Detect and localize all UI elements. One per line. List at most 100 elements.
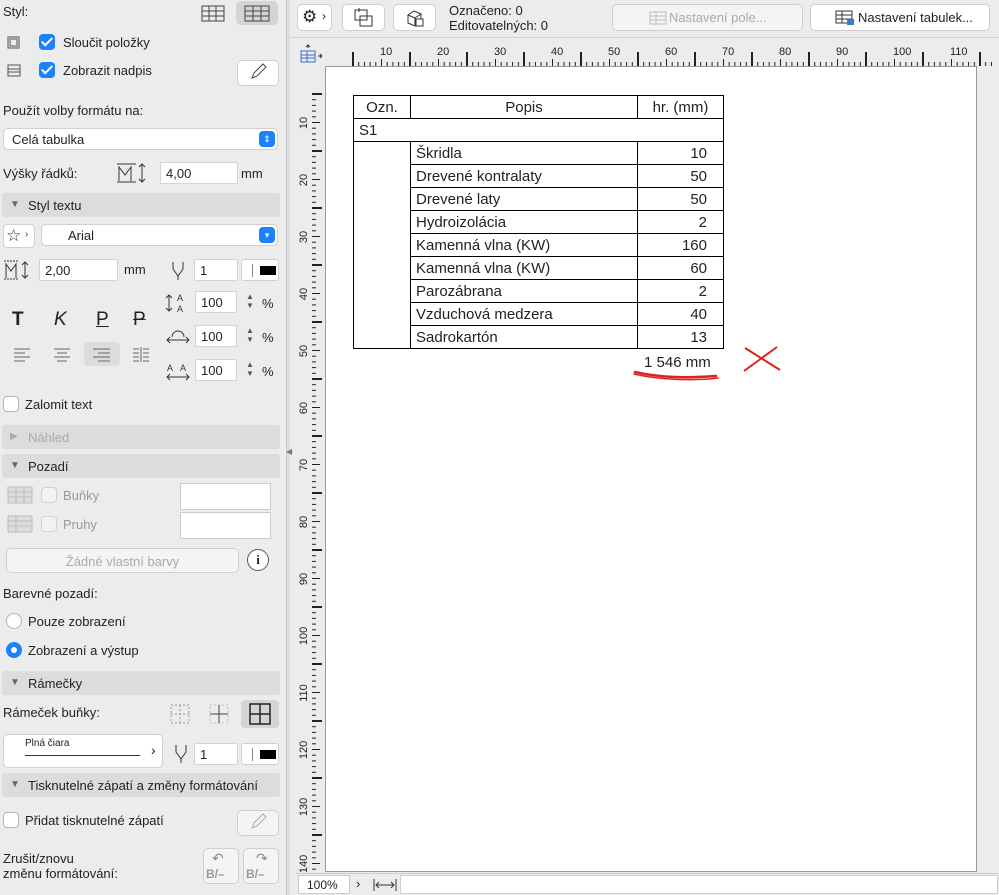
ruler-label: 80: [779, 46, 791, 58]
align-justify-icon[interactable]: [131, 346, 151, 362]
italic-button[interactable]: K: [54, 309, 67, 331]
thickness-cell[interactable]: 2: [637, 210, 724, 234]
thickness-cell[interactable]: 160: [637, 233, 724, 257]
char-spacing-stepper[interactable]: ▲ ▼: [244, 360, 256, 380]
grid-icon: [201, 5, 225, 22]
frame-all-button[interactable]: [241, 700, 279, 728]
char-spacing-input[interactable]: 100: [195, 359, 237, 381]
text-style-section[interactable]: ▼ Styl textu: [2, 193, 280, 217]
vertical-scale-stepper[interactable]: ▲ ▼: [244, 292, 256, 312]
fit-width-icon[interactable]: [372, 877, 398, 893]
align-center-icon[interactable]: [52, 346, 72, 362]
table-settings-button[interactable]: Nastavení tabulek...: [810, 4, 990, 31]
no-custom-colors-button[interactable]: Žádné vlastní barvy: [6, 548, 239, 573]
apply-format-select[interactable]: Celá tabulka ⇕: [3, 128, 278, 150]
horizontal-scale-stepper[interactable]: ▲ ▼: [244, 326, 256, 346]
frames-section[interactable]: ▼ Rámečky: [2, 671, 280, 695]
group-label[interactable]: S1: [353, 118, 724, 142]
redo-format-button[interactable]: ↷ B/–: [243, 848, 279, 884]
edit-footer-button[interactable]: [237, 810, 279, 836]
cells-checkbox[interactable]: [41, 487, 57, 503]
zoom-menu-chevron-icon[interactable]: ›: [356, 876, 360, 891]
favorites-button[interactable]: ☆ ›: [3, 224, 35, 248]
align-left-icon[interactable]: [12, 346, 32, 362]
description-cell[interactable]: Sadrokartón: [410, 325, 638, 349]
options-button[interactable]: ⚙ ›: [297, 4, 332, 31]
font-size-input[interactable]: 2,00: [39, 259, 118, 281]
align-right-button[interactable]: [84, 342, 120, 366]
underline-button[interactable]: P: [96, 309, 109, 331]
zoom-field[interactable]: 100%: [298, 875, 350, 894]
text-pen-input[interactable]: 1: [194, 259, 238, 281]
thickness-cell[interactable]: 50: [637, 187, 724, 211]
panel-splitter[interactable]: ◀: [286, 0, 292, 895]
horizontal-scale-input[interactable]: 100: [195, 325, 237, 347]
header-mark[interactable]: Ozn.: [353, 95, 411, 119]
vertical-scale-input[interactable]: 100: [195, 291, 237, 313]
frames-section-title: Rámečky: [28, 676, 83, 691]
ruler-label: 10: [298, 117, 310, 129]
description-cell[interactable]: Kamenná vlna (KW): [410, 256, 638, 280]
table-style-plain-button[interactable]: [197, 2, 229, 24]
ruler-label: 120: [298, 741, 310, 759]
line-preview: [25, 755, 140, 756]
text-color-swatch[interactable]: [241, 259, 279, 281]
disclosure-open-icon: ▼: [10, 460, 20, 471]
frame-inner-icon[interactable]: [208, 703, 230, 725]
fit-page-icon[interactable]: [299, 43, 323, 65]
stripes-checkbox[interactable]: [41, 516, 57, 532]
ruler-label: 140: [298, 855, 310, 872]
font-size-unit: mm: [124, 262, 146, 277]
cells-color-box[interactable]: [180, 483, 271, 510]
frame-color-swatch[interactable]: [241, 743, 279, 765]
show-in-3d-button[interactable]: [393, 4, 436, 31]
edit-title-button[interactable]: [237, 60, 279, 86]
field-settings-button[interactable]: Nastavení pole...: [612, 4, 803, 31]
header-description[interactable]: Popis: [410, 95, 638, 119]
mark-cell[interactable]: [353, 141, 411, 349]
thickness-cell[interactable]: 40: [637, 302, 724, 326]
row-height-input[interactable]: 4,00: [160, 162, 238, 184]
select-element-button[interactable]: [342, 4, 385, 31]
bold-button[interactable]: T: [12, 309, 24, 331]
description-cell[interactable]: Hydroizolácia: [410, 210, 638, 234]
text-style-section-title: Styl textu: [28, 198, 82, 213]
strikethrough-button[interactable]: P: [133, 309, 146, 331]
frame-none-icon[interactable]: [169, 703, 191, 725]
description-cell[interactable]: Drevené laty: [410, 187, 638, 211]
schedule-toolbar: ⚙ › Označeno: 0 Editovatelných: 0 Nastav…: [290, 0, 999, 38]
description-cell[interactable]: Drevené kontralaty: [410, 164, 638, 188]
thickness-cell[interactable]: 10: [637, 141, 724, 165]
stripes-color-box[interactable]: [180, 512, 271, 539]
line-type-select[interactable]: Plná čiara ›: [3, 734, 163, 768]
display-only-radio[interactable]: [6, 613, 22, 629]
add-footer-checkbox[interactable]: [3, 812, 19, 828]
row-height-icon: [117, 163, 146, 183]
description-cell[interactable]: Kamenná vlna (KW): [410, 233, 638, 257]
wrap-text-checkbox[interactable]: [3, 396, 19, 412]
svg-text:A: A: [180, 363, 186, 373]
frame-pen-input[interactable]: 1: [194, 743, 238, 765]
horizontal-scrollbar[interactable]: [400, 875, 998, 894]
background-section[interactable]: ▼ Pozadí: [2, 454, 280, 478]
undo-format-button[interactable]: ↶ B/–: [203, 848, 239, 884]
apply-format-label: Použít volby formátu na:: [3, 103, 144, 118]
preview-section[interactable]: ▶ Náhled: [2, 425, 280, 449]
info-icon[interactable]: i: [247, 549, 269, 571]
merge-items-checkbox[interactable]: [39, 34, 55, 50]
footer-section[interactable]: ▼ Tisknutelné zápatí a změny formátování: [2, 773, 280, 797]
description-cell[interactable]: Škridla: [410, 141, 638, 165]
font-size-icon: [4, 260, 29, 280]
gear-icon: ⚙: [302, 7, 318, 26]
description-cell[interactable]: Parozábrana: [410, 279, 638, 303]
display-output-radio[interactable]: [6, 642, 22, 658]
table-style-filled-button[interactable]: [236, 1, 278, 25]
description-cell[interactable]: Vzduchová medzera: [410, 302, 638, 326]
thickness-cell[interactable]: 60: [637, 256, 724, 280]
thickness-cell[interactable]: 2: [637, 279, 724, 303]
ruler-label: 60: [298, 402, 310, 414]
font-select[interactable]: Arial ▾: [41, 224, 278, 246]
show-title-checkbox[interactable]: [39, 62, 55, 78]
header-thickness[interactable]: hr. (mm): [637, 95, 724, 119]
thickness-cell[interactable]: 50: [637, 164, 724, 188]
